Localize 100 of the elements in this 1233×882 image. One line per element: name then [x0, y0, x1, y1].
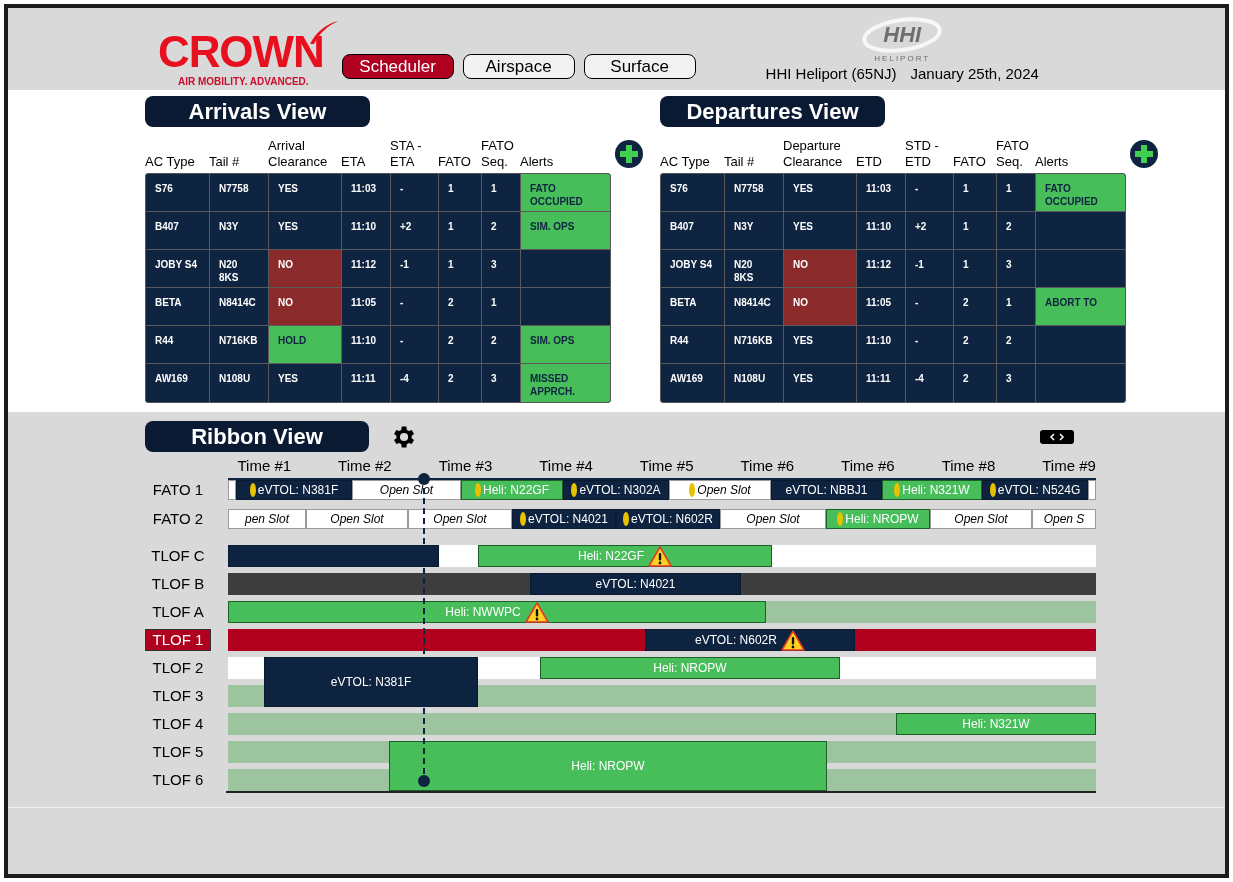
table-cell: NO — [784, 250, 857, 287]
row-label: FATO 1 — [152, 481, 204, 499]
slot[interactable]: Open Slot — [720, 509, 826, 529]
table-cell: 2 — [439, 288, 482, 325]
slot[interactable]: Open Slot — [408, 509, 512, 529]
marker-icon — [989, 483, 996, 497]
table-cell: 11:10 — [857, 212, 906, 249]
table-cell: 11:10 — [857, 326, 906, 363]
time-label: Time #3 — [438, 457, 493, 474]
marker-icon — [689, 483, 696, 497]
table-cell: 11:10 — [342, 326, 391, 363]
row-label[interactable]: TLOF B — [151, 574, 205, 594]
row-label[interactable]: TLOF 3 — [152, 686, 204, 706]
section-title: Arrivals View — [145, 96, 370, 127]
table-cell: NO — [784, 288, 857, 325]
time-label: Time #4 — [539, 457, 593, 474]
booking-block[interactable]: eVTOL: N4021 — [530, 573, 741, 595]
table-cell: 2 — [439, 326, 482, 363]
table-cell: 1 — [482, 288, 521, 325]
column-header: FATO Seq. — [996, 138, 1030, 170]
table-cell: 11:12 — [857, 250, 906, 287]
slot[interactable] — [1088, 480, 1096, 500]
alert-cell: SIM. OPS — [521, 326, 610, 363]
table-cell: +2 — [391, 212, 439, 249]
row-label[interactable]: TLOF 2 — [152, 658, 204, 678]
row-label[interactable]: TLOF 5 — [152, 742, 204, 762]
table-cell: BETA — [661, 288, 725, 325]
table-cell: 3 — [482, 250, 521, 287]
row-label[interactable]: TLOF 4 — [152, 714, 204, 734]
table-cell: 11:03 — [857, 174, 906, 211]
table-cell: 1 — [439, 174, 482, 211]
chevrons-icon — [1049, 432, 1065, 441]
marker-icon — [894, 483, 901, 497]
slot[interactable]: eVTOL: N302A — [563, 480, 669, 500]
slot[interactable]: Open Slot — [669, 480, 771, 500]
table-cell: R44 — [661, 326, 725, 363]
table-cell: 3 — [997, 364, 1036, 402]
table-cell: -4 — [391, 364, 439, 402]
section-title: Departures View — [660, 96, 885, 127]
table-cell: 2 — [997, 326, 1036, 363]
heliport-name: HHI Heliport (65NJ) — [765, 65, 897, 83]
nav-tab[interactable]: Surface — [583, 54, 696, 79]
column-header: Tail # — [724, 154, 755, 170]
row-label[interactable]: TLOF 1 — [145, 629, 211, 651]
table-cell: 11:12 — [342, 250, 391, 287]
alert-cell: MISSED APPRCH. — [521, 364, 610, 402]
table-cell: 11:11 — [342, 364, 391, 402]
partner-logo-subtitle: HELIPORT — [874, 54, 931, 63]
marker-icon — [475, 483, 481, 497]
marker-icon — [520, 512, 527, 526]
booking-block[interactable]: eVTOL: N602R — [645, 629, 855, 651]
slot[interactable]: Open Slot — [930, 509, 1032, 529]
logo-tagline: AIR MOBILITY. ADVANCED. — [178, 76, 309, 88]
nav-tab[interactable]: Airspace — [462, 54, 575, 79]
time-label: Time #2 — [338, 457, 392, 474]
time-label: Time #8 — [941, 457, 996, 474]
slot[interactable]: eVTOL: N4021 — [512, 509, 616, 529]
table-cell: -1 — [906, 250, 954, 287]
table-cell: -1 — [391, 250, 439, 287]
slot[interactable] — [228, 480, 236, 500]
column-header: ETA — [341, 154, 366, 170]
table-cell: JOBY S4 — [146, 250, 210, 287]
time-label: Time #6 — [841, 457, 895, 474]
expand-button[interactable] — [1040, 429, 1074, 444]
column-header: FATO — [438, 154, 471, 170]
table-cell: S76 — [146, 174, 210, 211]
row-label[interactable]: TLOF A — [152, 602, 204, 622]
table-cell: - — [906, 326, 954, 363]
table-cell: - — [906, 288, 954, 325]
marker-icon — [571, 483, 578, 497]
table-cell: HOLD — [269, 326, 342, 363]
booking-block[interactable]: eVTOL: N381F — [264, 657, 478, 707]
slot[interactable]: eVTOL: N524G — [982, 480, 1088, 500]
table-cell: S76 — [661, 174, 725, 211]
column-header: Alerts — [520, 154, 554, 170]
table-cell: - — [391, 288, 439, 325]
time-label: Time #1 — [237, 457, 292, 474]
nav-tab[interactable]: Scheduler — [341, 54, 454, 79]
table-cell: 2 — [439, 364, 482, 402]
add-icon[interactable] — [615, 140, 643, 168]
slot[interactable]: eVTOL: N381F — [236, 480, 352, 500]
add-icon[interactable] — [1130, 140, 1158, 168]
column-header: ETD — [856, 154, 882, 170]
time-label: Time #5 — [639, 457, 694, 474]
row-label[interactable]: TLOF C — [151, 546, 205, 566]
table-cell: -4 — [906, 364, 954, 402]
slot[interactable]: Open Slot — [306, 509, 408, 529]
slot[interactable]: eVTOL: N602R — [616, 509, 720, 529]
table-cell: - — [391, 326, 439, 363]
time-label: Time #9 — [1042, 457, 1096, 474]
warning-icon — [648, 545, 672, 567]
alert-cell: SIM. OPS — [521, 212, 610, 249]
slot[interactable]: Open S — [1032, 509, 1096, 529]
slot[interactable]: pen Slot — [228, 509, 306, 529]
slot[interactable]: eVTOL: NBBJ1 — [771, 480, 882, 500]
table-cell: JOBY S4 — [661, 250, 725, 287]
table-cell: NO — [269, 250, 342, 287]
warning-icon — [780, 629, 805, 651]
column-header: Tail # — [209, 154, 240, 170]
row-label[interactable]: TLOF 6 — [152, 770, 204, 790]
